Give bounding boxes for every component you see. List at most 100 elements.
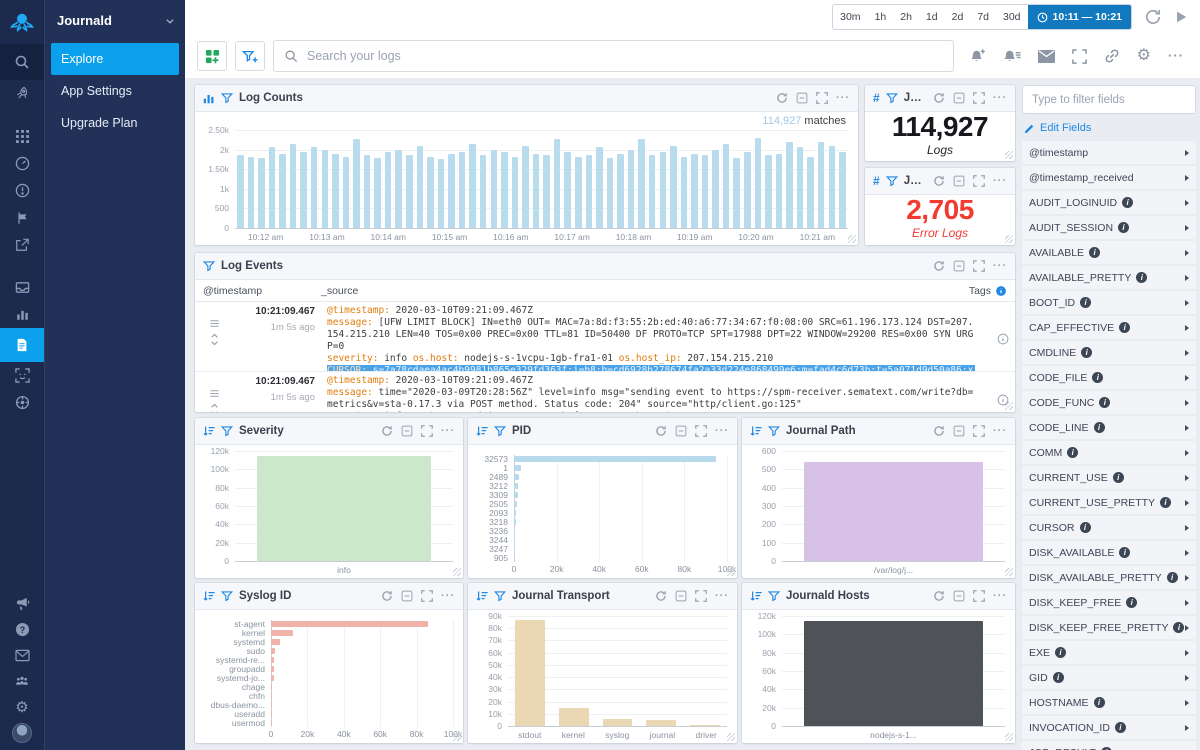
panel-collapse-icon[interactable] (953, 175, 965, 187)
bar[interactable] (374, 158, 381, 228)
bar[interactable] (765, 155, 772, 228)
bar[interactable] (271, 684, 272, 690)
field-info-icon[interactable]: i (1119, 547, 1130, 558)
bar[interactable] (257, 456, 431, 561)
time-range-1d[interactable]: 1d (919, 5, 945, 29)
panel-refresh-icon[interactable] (933, 425, 945, 437)
filter-icon[interactable] (886, 92, 898, 104)
sidebar-item-explore[interactable]: Explore (51, 43, 179, 75)
bar[interactable] (596, 147, 603, 228)
panel-refresh-icon[interactable] (933, 260, 945, 272)
row-expand-icon[interactable] (210, 403, 219, 412)
filter-icon[interactable] (768, 425, 780, 437)
bar[interactable] (271, 648, 275, 654)
field-info-icon[interactable]: i (1094, 422, 1105, 433)
panel-refresh-icon[interactable] (381, 590, 393, 602)
field-item-code_line[interactable]: CODE_LINEi (1022, 416, 1196, 439)
rail-announcements-button[interactable] (0, 590, 44, 616)
field-info-icon[interactable]: i (1080, 297, 1091, 308)
bar[interactable] (617, 154, 624, 228)
panel-expand-icon[interactable] (973, 590, 985, 602)
field-item-@timestamp_received[interactable]: @timestamp_received (1022, 166, 1196, 189)
field-info-icon[interactable]: i (1080, 522, 1091, 533)
filter-icon[interactable] (221, 590, 233, 602)
bar[interactable] (712, 150, 719, 228)
bar[interactable] (406, 155, 413, 228)
panel-refresh-icon[interactable] (933, 590, 945, 602)
bar[interactable] (385, 152, 392, 228)
time-range-7d[interactable]: 7d (970, 5, 996, 29)
bar[interactable] (607, 158, 614, 228)
rail-integrations-button[interactable] (0, 389, 44, 416)
field-item-code_file[interactable]: CODE_FILEi (1022, 366, 1196, 389)
bar[interactable] (702, 155, 709, 228)
app-switcher[interactable]: Journald (45, 0, 185, 40)
sidebar-item-app-settings[interactable]: App Settings (45, 75, 185, 107)
filter-icon[interactable] (221, 425, 233, 437)
bar[interactable] (522, 146, 529, 228)
bar[interactable] (670, 146, 677, 228)
field-item-audit_session[interactable]: AUDIT_SESSIONi (1022, 216, 1196, 239)
search-input[interactable] (305, 48, 943, 64)
column-tags[interactable]: Tags (959, 285, 1007, 297)
bar[interactable] (491, 150, 498, 228)
bar[interactable] (514, 528, 515, 534)
field-item-audit_loginuid[interactable]: AUDIT_LOGINUIDi (1022, 191, 1196, 214)
field-item-comm[interactable]: COMMi (1022, 441, 1196, 464)
field-info-icon[interactable]: i (1099, 397, 1110, 408)
bar[interactable] (649, 155, 656, 228)
bar[interactable] (417, 146, 424, 228)
bar[interactable] (501, 152, 508, 228)
rail-inbox-button[interactable] (0, 274, 44, 301)
bar[interactable] (271, 630, 293, 636)
panel-refresh-icon[interactable] (655, 590, 667, 602)
bar[interactable] (258, 158, 265, 228)
field-info-icon[interactable]: i (1119, 322, 1130, 333)
field-info-icon[interactable]: i (1053, 672, 1064, 683)
field-item-job_result[interactable]: JOB_RESULTi (1022, 741, 1196, 750)
bar[interactable] (279, 154, 286, 228)
field-info-icon[interactable]: i (1160, 497, 1171, 508)
bar[interactable] (776, 154, 783, 228)
create-alert-icon[interactable] (970, 48, 987, 64)
bar[interactable] (533, 154, 540, 228)
share-link-icon[interactable] (1104, 48, 1120, 64)
panel-expand-icon[interactable] (695, 425, 707, 437)
field-item-exe[interactable]: EXEi (1022, 641, 1196, 664)
field-item-current_use[interactable]: CURRENT_USEi (1022, 466, 1196, 489)
bar[interactable] (554, 139, 561, 228)
field-info-icon[interactable]: i (1173, 622, 1184, 633)
time-range-2h[interactable]: 2h (893, 5, 919, 29)
field-info-icon[interactable]: i (1113, 472, 1124, 483)
bar[interactable] (343, 157, 350, 228)
log-event-row[interactable]: 10:21:09.4671m 5s ago@timestamp: 2020-03… (195, 302, 1015, 372)
bar[interactable] (353, 139, 360, 228)
bar[interactable] (691, 154, 698, 228)
bar[interactable] (514, 465, 521, 471)
rail-apps-grid-button[interactable] (0, 123, 44, 150)
row-menu-icon[interactable] (209, 318, 220, 329)
field-item-disk_keep_free[interactable]: DISK_KEEP_FREEi (1022, 591, 1196, 614)
bar[interactable] (564, 152, 571, 228)
bar[interactable] (603, 719, 633, 726)
add-component-button[interactable] (197, 41, 227, 71)
time-range-30m[interactable]: 30m (833, 5, 867, 29)
bar[interactable] (744, 152, 751, 228)
rail-alerts-button[interactable] (0, 177, 44, 204)
bar[interactable] (469, 144, 476, 228)
bar[interactable] (690, 725, 720, 726)
rail-discovery-button[interactable] (0, 362, 44, 389)
bar[interactable] (818, 142, 825, 228)
panel-expand-icon[interactable] (973, 425, 985, 437)
field-info-icon[interactable]: i (1081, 347, 1092, 358)
field-item-code_func[interactable]: CODE_FUNCi (1022, 391, 1196, 414)
bar[interactable] (438, 159, 445, 228)
rail-settings-button[interactable]: ⚙ (0, 694, 44, 720)
bar[interactable] (290, 144, 297, 228)
bar[interactable] (448, 154, 455, 228)
time-range-custom-active[interactable]: 10:11 — 10:21 (1028, 5, 1131, 29)
panel-collapse-icon[interactable] (401, 425, 413, 437)
bar[interactable] (271, 693, 272, 699)
bar[interactable] (723, 144, 730, 228)
time-range-1h[interactable]: 1h (868, 5, 894, 29)
